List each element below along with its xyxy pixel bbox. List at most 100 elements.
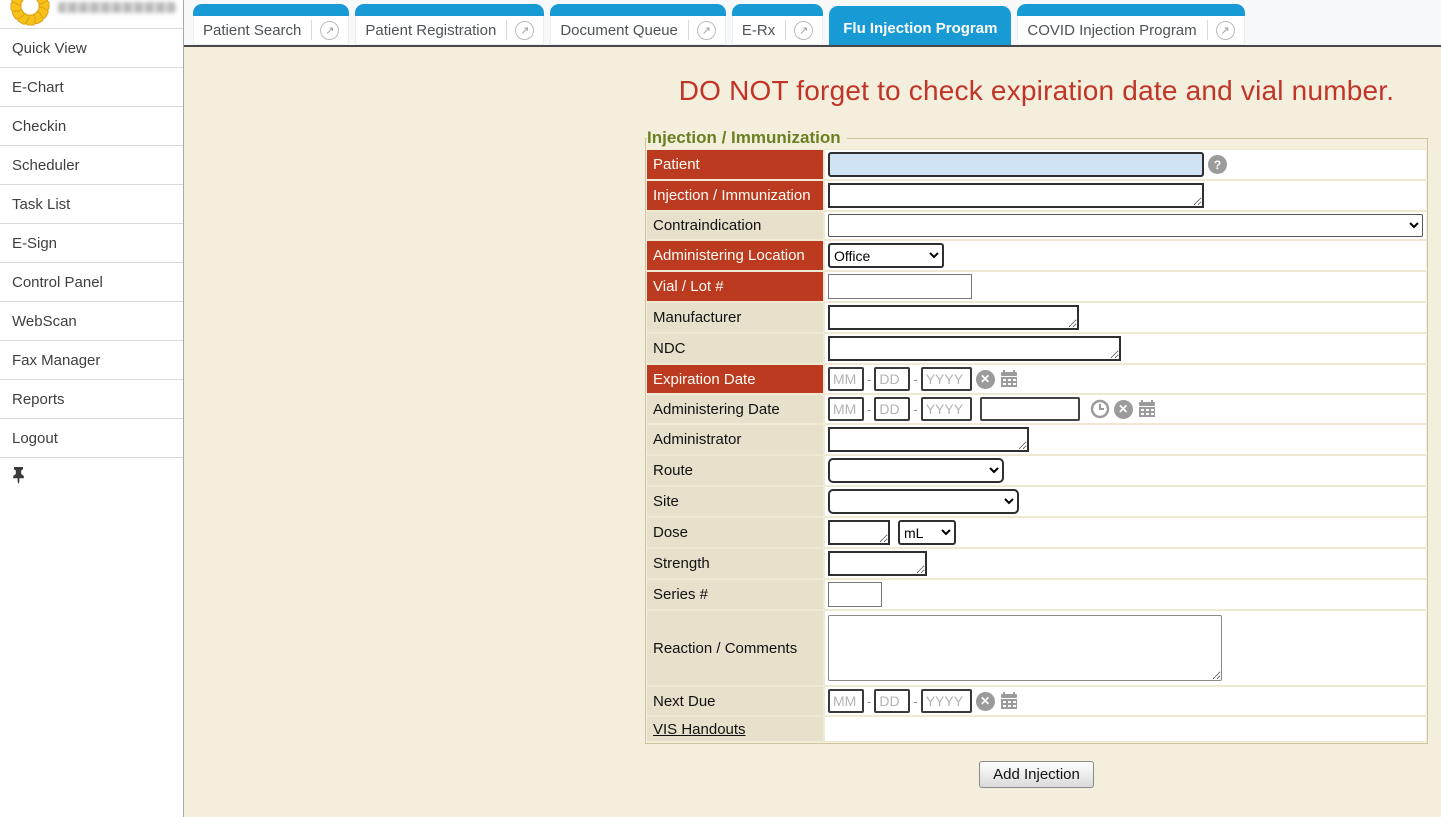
main-area: Patient Search ↗ Patient Registration ↗ … (184, 0, 1441, 817)
patient-input[interactable] (828, 152, 1204, 177)
sidebar-item-logout[interactable]: Logout (0, 419, 183, 458)
administrator-input[interactable] (828, 427, 1029, 452)
tab-accent-cap (193, 4, 349, 16)
series-label: Series # (647, 580, 823, 609)
tab-patient-search[interactable]: Patient Search ↗ (193, 4, 349, 45)
expiration-month-input[interactable] (828, 367, 864, 391)
clock-icon[interactable] (1090, 399, 1110, 419)
administering-date-label: Administering Date (647, 395, 823, 423)
date-separator: - (913, 694, 917, 709)
injection-label: Injection / Immunization (647, 181, 823, 210)
site-select[interactable] (828, 489, 1019, 514)
open-in-window-icon[interactable]: ↗ (320, 21, 339, 40)
sidebar-item-label: WebScan (12, 313, 77, 330)
tab-label: E-Rx (742, 22, 775, 39)
administering-year-input[interactable] (921, 397, 972, 421)
calendar-icon[interactable] (999, 369, 1019, 389)
calendar-icon[interactable] (1137, 399, 1157, 419)
route-select[interactable] (828, 458, 1004, 483)
tab-accent-cap (550, 4, 726, 16)
next-due-month-input[interactable] (828, 689, 864, 713)
tab-flu-injection-program[interactable]: Flu Injection Program (829, 6, 1011, 45)
tab-patient-registration[interactable]: Patient Registration ↗ (355, 4, 544, 45)
route-label: Route (647, 456, 823, 485)
open-in-window-icon[interactable]: ↗ (697, 21, 716, 40)
tab-label: Document Queue (560, 22, 678, 39)
form-row-reaction-comments: Reaction / Comments (647, 611, 1426, 685)
strength-input[interactable] (828, 551, 927, 576)
open-in-window-icon[interactable]: ↗ (515, 21, 534, 40)
open-in-window-icon[interactable]: ↗ (794, 21, 813, 40)
tab-e-rx[interactable]: E-Rx ↗ (732, 4, 823, 45)
administering-day-input[interactable] (874, 397, 910, 421)
reaction-comments-input[interactable] (828, 615, 1222, 681)
clear-date-icon[interactable]: ✕ (976, 370, 995, 389)
injection-input[interactable] (828, 183, 1204, 208)
sun-gear-logo-icon (6, 0, 54, 29)
administering-location-select[interactable]: Office (828, 243, 944, 268)
tab-label: Patient Search (203, 22, 301, 39)
sidebar-item-label: Task List (12, 196, 70, 213)
sidebar-item-checkin[interactable]: Checkin (0, 107, 183, 146)
sidebar-item-reports[interactable]: Reports (0, 380, 183, 419)
tab-accent-cap (732, 4, 823, 16)
manufacturer-input[interactable] (828, 305, 1079, 330)
tab-divider (688, 20, 689, 40)
pushpin-icon (12, 467, 25, 484)
tab-accent-cap (1017, 4, 1244, 16)
tab-document-queue[interactable]: Document Queue ↗ (550, 4, 726, 45)
expiration-day-input[interactable] (874, 367, 910, 391)
form-row-manufacturer: Manufacturer (647, 303, 1426, 332)
vis-handouts-link[interactable]: VIS Handouts (653, 721, 746, 738)
dose-unit-select[interactable]: mL (898, 520, 956, 545)
tab-label: COVID Injection Program (1027, 22, 1196, 39)
strength-label: Strength (647, 549, 823, 578)
ndc-label: NDC (647, 334, 823, 363)
injection-form-table: Patient ? Injection / Immunization (647, 149, 1426, 742)
date-separator: - (867, 372, 871, 387)
next-due-label: Next Due (647, 687, 823, 715)
administering-time-input[interactable] (980, 397, 1080, 421)
tab-bar: Patient Search ↗ Patient Registration ↗ … (184, 0, 1441, 47)
sidebar-item-label: E-Sign (12, 235, 57, 252)
tab-label: Flu Injection Program (843, 20, 997, 37)
form-row-strength: Strength (647, 549, 1426, 578)
tab-accent-cap (355, 4, 544, 16)
vial-lot-input[interactable] (828, 274, 972, 299)
contraindication-select[interactable] (828, 214, 1423, 237)
sidebar-item-quick-view[interactable]: Quick View (0, 29, 183, 68)
sidebar-item-label: E-Chart (12, 79, 64, 96)
sidebar-item-label: Control Panel (12, 274, 103, 291)
sidebar-item-scheduler[interactable]: Scheduler (0, 146, 183, 185)
open-in-window-icon[interactable]: ↗ (1216, 21, 1235, 40)
administering-location-label: Administering Location (647, 241, 823, 270)
sidebar-pin-toggle[interactable] (0, 458, 183, 492)
next-due-day-input[interactable] (874, 689, 910, 713)
tab-covid-injection-program[interactable]: COVID Injection Program ↗ (1017, 4, 1244, 45)
date-separator: - (913, 372, 917, 387)
form-row-ndc: NDC (647, 334, 1426, 363)
add-injection-button[interactable]: Add Injection (979, 761, 1094, 788)
form-row-administrator: Administrator (647, 425, 1426, 454)
site-label: Site (647, 487, 823, 516)
expiration-year-input[interactable] (921, 367, 972, 391)
sidebar-item-e-sign[interactable]: E-Sign (0, 224, 183, 263)
calendar-icon[interactable] (999, 691, 1019, 711)
clear-date-icon[interactable]: ✕ (976, 692, 995, 711)
sidebar-item-control-panel[interactable]: Control Panel (0, 263, 183, 302)
clear-date-icon[interactable]: ✕ (1114, 400, 1133, 419)
sidebar-item-task-list[interactable]: Task List (0, 185, 183, 224)
next-due-year-input[interactable] (921, 689, 972, 713)
administering-month-input[interactable] (828, 397, 864, 421)
sidebar-item-webscan[interactable]: WebScan (0, 302, 183, 341)
sidebar-item-e-chart[interactable]: E-Chart (0, 68, 183, 107)
patient-label: Patient (647, 150, 823, 179)
administrator-label: Administrator (647, 425, 823, 454)
help-icon[interactable]: ? (1208, 155, 1227, 174)
sidebar-item-fax-manager[interactable]: Fax Manager (0, 341, 183, 380)
series-input[interactable] (828, 582, 882, 607)
dose-input[interactable] (828, 520, 890, 545)
ndc-input[interactable] (828, 336, 1121, 361)
form-row-injection: Injection / Immunization (647, 181, 1426, 210)
date-separator: - (913, 402, 917, 417)
